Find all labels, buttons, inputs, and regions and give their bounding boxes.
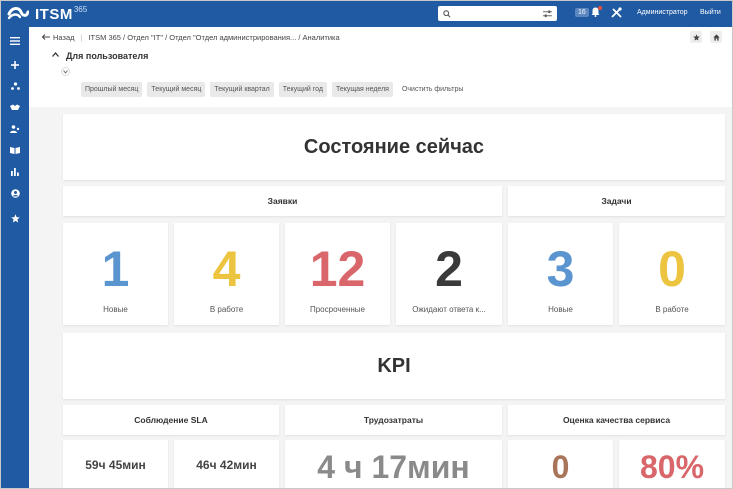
tools-icon[interactable] bbox=[611, 7, 622, 18]
tile-value: 4 bbox=[212, 241, 241, 297]
back-button[interactable]: Назад bbox=[42, 33, 75, 42]
sla-value: 46ч 42мин bbox=[196, 458, 257, 472]
tile-value: 1 bbox=[101, 241, 130, 297]
tile-requests-overdue[interactable]: 12 Просроченные bbox=[285, 223, 390, 325]
labor-value: 4 ч 17мин bbox=[317, 449, 470, 485]
tile-quality-2[interactable]: 80% bbox=[619, 440, 725, 488]
filter-settings-icon[interactable] bbox=[543, 9, 552, 18]
tile-sla-2[interactable]: 46ч 42мин bbox=[174, 440, 279, 488]
tile-label: Просроченные bbox=[309, 305, 366, 314]
breadcrumb-path[interactable]: ITSM 365 / Отдел "IT" / Отдел "Отдел адм… bbox=[88, 33, 339, 42]
filter-bar: Прошлый месяц Текущий месяц Текущий квар… bbox=[81, 82, 467, 97]
logo-text: ITSM bbox=[35, 5, 73, 23]
filter-current-week[interactable]: Текущая неделя bbox=[331, 82, 393, 97]
user-circle-icon[interactable] bbox=[8, 187, 22, 199]
tile-sla-1[interactable]: 59ч 45мин bbox=[63, 440, 168, 488]
tile-requests-in-progress[interactable]: 4 В работе bbox=[174, 223, 279, 325]
chart-icon[interactable] bbox=[8, 166, 22, 178]
tile-value: 0 bbox=[658, 241, 686, 297]
breadcrumb: Назад | ITSM 365 / Отдел "IT" / Отдел "О… bbox=[29, 27, 732, 47]
plus-icon[interactable] bbox=[8, 59, 22, 71]
book-icon[interactable] bbox=[8, 144, 22, 156]
chevron-down-icon bbox=[63, 69, 68, 74]
search-input[interactable] bbox=[438, 6, 557, 21]
home-button[interactable] bbox=[710, 31, 722, 43]
tile-tasks-in-progress[interactable]: 0 В работе bbox=[619, 223, 725, 325]
tile-label: Ожидают ответа к... bbox=[412, 305, 486, 314]
collapse-toggle[interactable] bbox=[61, 67, 70, 76]
requests-group-title: Заявки bbox=[63, 186, 502, 216]
tile-requests-awaiting[interactable]: 2 Ожидают ответа к... bbox=[396, 223, 502, 325]
sla-value: 59ч 45мин bbox=[85, 458, 146, 472]
tile-requests-new[interactable]: 1 Новые bbox=[63, 223, 168, 325]
tasks-group-title: Задачи bbox=[508, 186, 725, 216]
handshake-icon[interactable] bbox=[8, 101, 22, 113]
sidebar bbox=[1, 27, 29, 488]
menu-icon[interactable] bbox=[8, 35, 22, 47]
breadcrumb-separator: | bbox=[80, 32, 83, 42]
app-window: ITSM 365 16 Администратор Выйти Назад | … bbox=[0, 0, 733, 489]
clear-filters-button[interactable]: Очистить фильтры bbox=[398, 82, 467, 97]
star-icon bbox=[692, 33, 700, 41]
tile-label: В работе bbox=[655, 305, 689, 314]
home-icon bbox=[712, 33, 720, 41]
users-icon[interactable] bbox=[8, 123, 22, 135]
filter-panel: Прошлый месяц Текущий месяц Текущий квар… bbox=[29, 65, 732, 107]
tile-value: 3 bbox=[546, 241, 575, 297]
section-title: Для пользователя bbox=[66, 51, 149, 61]
quality-value: 80% bbox=[639, 449, 705, 485]
state-now-title: Состояние сейчас bbox=[63, 114, 725, 180]
back-label: Назад bbox=[53, 32, 75, 42]
org-structure-icon[interactable] bbox=[8, 80, 22, 92]
labor-group-title: Трудозатраты bbox=[285, 405, 502, 435]
tile-labor[interactable]: 4 ч 17мин bbox=[285, 440, 502, 488]
logo-wave-icon bbox=[7, 7, 29, 20]
logo-superscript: 365 bbox=[73, 4, 88, 14]
top-bar: ITSM 365 16 Администратор Выйти bbox=[1, 1, 732, 27]
user-menu[interactable]: Администратор bbox=[637, 9, 688, 16]
filter-current-month[interactable]: Текущий месяц bbox=[147, 82, 206, 97]
quality-value: 0 bbox=[551, 449, 570, 485]
arrow-left-icon bbox=[42, 34, 50, 40]
chevron-up-icon bbox=[52, 52, 59, 57]
filter-current-year[interactable]: Текущий год bbox=[278, 82, 327, 97]
exit-link[interactable]: Выйти bbox=[700, 9, 721, 16]
tile-label: Новые bbox=[103, 305, 128, 314]
tile-value: 2 bbox=[435, 241, 463, 297]
filter-current-quarter[interactable]: Текущий квартал bbox=[210, 82, 274, 97]
search-icon bbox=[443, 9, 451, 18]
sla-group-title: Соблюдение SLA bbox=[63, 405, 279, 435]
tile-tasks-new[interactable]: 3 Новые bbox=[508, 223, 613, 325]
notification-dot bbox=[598, 6, 602, 10]
tile-label: В работе bbox=[209, 305, 244, 314]
tile-quality-1[interactable]: 0 bbox=[508, 440, 613, 488]
logo[interactable]: ITSM 365 bbox=[1, 1, 87, 27]
section-header[interactable]: Для пользователя bbox=[29, 47, 732, 65]
main-content: Для пользователя Прошлый месяц Текущий м… bbox=[29, 47, 732, 488]
tile-label: Новые bbox=[548, 305, 573, 314]
filter-last-month[interactable]: Прошлый месяц bbox=[81, 82, 143, 97]
notification-count-badge[interactable]: 16 bbox=[575, 8, 589, 17]
kpi-title: KPI bbox=[63, 333, 725, 399]
tile-value: 12 bbox=[309, 241, 366, 297]
quality-group-title: Оценка качества сервиса bbox=[508, 405, 725, 435]
favorite-button[interactable] bbox=[690, 31, 702, 43]
star-icon[interactable] bbox=[8, 212, 22, 224]
